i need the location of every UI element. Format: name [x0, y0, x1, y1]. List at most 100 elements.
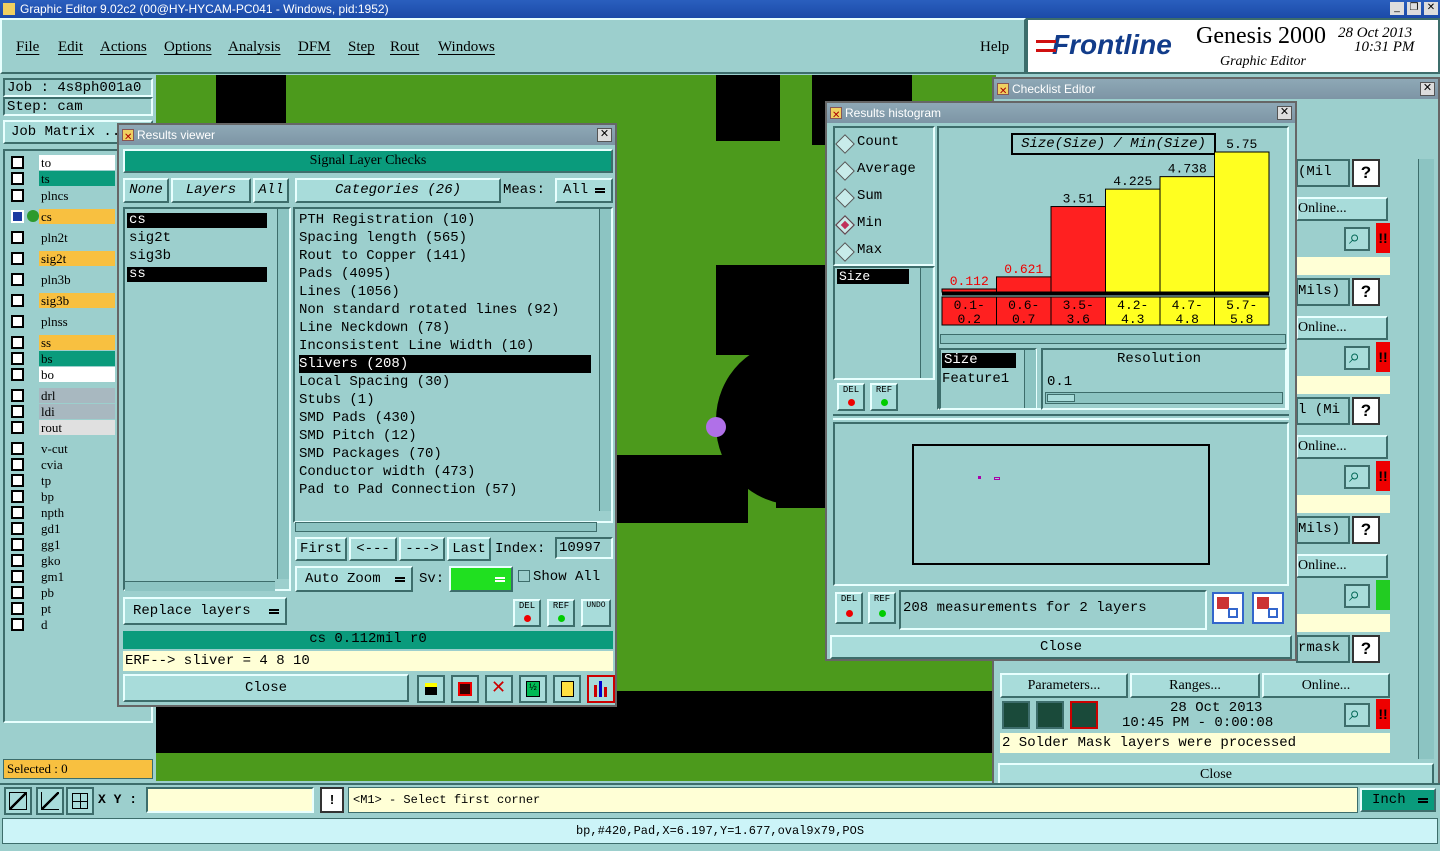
layer-checkbox[interactable]	[11, 336, 24, 349]
layer-checkbox[interactable]	[11, 570, 24, 583]
category-item[interactable]: Spacing length (565)	[299, 229, 591, 247]
first-button[interactable]: First	[295, 537, 347, 561]
attribute-size[interactable]: Size	[942, 353, 1016, 368]
zoom-icon[interactable]	[1344, 703, 1370, 727]
hist-ref-button[interactable]: REF	[870, 383, 898, 411]
layer-list-scrollbar[interactable]	[277, 209, 289, 579]
histogram-bar[interactable]	[1159, 176, 1215, 293]
layer-list-hscroll[interactable]	[125, 581, 275, 591]
layer-results-list[interactable]: cs sig2t sig3b ss	[123, 207, 291, 591]
ranges-button[interactable]: Ranges...	[1130, 673, 1260, 698]
attribute-feature1[interactable]: Feature1	[942, 371, 1009, 387]
histogram-icon[interactable]	[587, 675, 615, 703]
histogram-bar[interactable]	[1214, 151, 1270, 293]
autozoom-select[interactable]: Auto Zoom	[295, 566, 413, 592]
layer-row[interactable]: gg1	[7, 537, 115, 552]
layer-checkbox[interactable]	[11, 252, 24, 265]
undo-button[interactable]: UNDO	[581, 599, 611, 627]
menu-analysis[interactable]: Analysis	[228, 39, 281, 56]
graph-icon[interactable]	[417, 675, 445, 703]
slider-thumb[interactable]	[1047, 394, 1075, 402]
run-icon[interactable]	[1002, 701, 1030, 729]
layer-checkbox[interactable]	[11, 231, 24, 244]
cross-out-icon[interactable]: ✕	[485, 675, 513, 703]
layer-checkbox[interactable]	[11, 352, 24, 365]
menu-dfm[interactable]: DFM	[298, 39, 331, 56]
ref-button[interactable]: REF	[547, 599, 575, 627]
layer-row[interactable]: npth	[7, 505, 115, 520]
layers-button[interactable]: Layers	[171, 178, 251, 203]
layer-checkbox[interactable]	[11, 368, 24, 381]
layer-row[interactable]: v-cut	[7, 441, 115, 456]
category-item[interactable]: Conductor width (473)	[299, 463, 591, 481]
menu-windows[interactable]: Windows	[438, 39, 495, 56]
layer-checkbox[interactable]	[11, 522, 24, 535]
layer-row[interactable]: tp	[7, 473, 115, 488]
category-item[interactable]: Stubs (1)	[299, 391, 591, 409]
chart-hscroll[interactable]	[940, 334, 1286, 344]
layer-checkbox[interactable]	[11, 405, 24, 418]
layer-checkbox[interactable]	[11, 474, 24, 487]
menu-actions[interactable]: Actions	[100, 39, 147, 56]
help-menu[interactable]: Help	[980, 39, 1009, 56]
report-icon[interactable]	[451, 675, 479, 703]
layer-checkbox[interactable]	[11, 538, 24, 551]
close-icon[interactable]: ✕	[1420, 82, 1435, 96]
zoom-fit-icon[interactable]	[4, 787, 32, 815]
category-item[interactable]: Lines (1056)	[299, 283, 591, 301]
help-icon[interactable]: ?	[1352, 397, 1380, 425]
categories-button[interactable]: Categories (26)	[295, 178, 501, 203]
category-item[interactable]: Non standard rotated lines (92)	[299, 301, 591, 319]
parameters-button[interactable]: Parameters...	[1000, 673, 1128, 698]
result-layer-item[interactable]: sig2t	[127, 231, 267, 246]
last-button[interactable]: Last	[447, 537, 491, 561]
menu-step[interactable]: Step	[348, 39, 375, 56]
category-list[interactable]: PTH Registration (10) Spacing length (565…	[293, 207, 613, 523]
help-icon[interactable]: ?	[1352, 159, 1380, 187]
layer-checkbox[interactable]	[11, 490, 24, 503]
category-item[interactable]: Pads (4095)	[299, 265, 591, 283]
layer-row[interactable]: cvia	[7, 457, 115, 472]
menu-rout[interactable]: Rout	[390, 39, 419, 56]
measure-icon[interactable]	[36, 787, 64, 815]
category-item[interactable]: Pad to Pad Connection (57)	[299, 481, 591, 499]
online-button[interactable]: Online...	[1262, 673, 1390, 698]
layer-row[interactable]: gd1	[7, 521, 115, 536]
zoom-icon[interactable]	[1344, 584, 1370, 608]
histogram-close-button[interactable]: Close	[830, 635, 1292, 659]
layer-checkbox[interactable]	[11, 156, 24, 169]
show-all-checkbox[interactable]	[518, 570, 530, 582]
histogram-bar[interactable]	[941, 288, 997, 293]
hist-ref-button-2[interactable]: REF	[868, 592, 896, 624]
help-icon[interactable]: ?	[1352, 278, 1380, 306]
prev-button[interactable]: <---	[349, 537, 397, 561]
layer-row[interactable]: ldi	[7, 404, 115, 419]
grid-icon[interactable]	[66, 787, 94, 815]
menu-edit[interactable]: Edit	[58, 39, 83, 56]
minimize-icon[interactable]: _	[1390, 2, 1404, 15]
layer-row[interactable]: gm1	[7, 569, 115, 584]
result-layer-item[interactable]: cs	[127, 213, 267, 228]
zoom-icon[interactable]	[1344, 465, 1370, 489]
layer-checkbox[interactable]	[11, 189, 24, 202]
attribute-scrollbar[interactable]	[1024, 350, 1036, 408]
layer-row[interactable]: cs	[7, 209, 115, 224]
layer-row[interactable]: pb	[7, 585, 115, 600]
layer-checkbox[interactable]	[11, 458, 24, 471]
histogram-bar[interactable]	[996, 276, 1052, 293]
export-icon[interactable]	[1212, 592, 1244, 624]
help-icon[interactable]: ?	[1352, 516, 1380, 544]
del-button[interactable]: DEL	[513, 599, 541, 627]
layer-row[interactable]: sig2t	[7, 251, 115, 266]
zoom-icon[interactable]	[1344, 346, 1370, 370]
layer-row[interactable]: ss	[7, 335, 115, 350]
layer-row[interactable]: drl	[7, 388, 115, 403]
result-layer-item[interactable]: ss	[127, 267, 267, 282]
layer-checkbox[interactable]	[11, 506, 24, 519]
histogram-list-item[interactable]: Size	[837, 269, 909, 284]
layer-row[interactable]: to	[7, 155, 115, 170]
layer-row[interactable]: plnss	[7, 314, 115, 329]
category-item[interactable]: Inconsistent Line Width (10)	[299, 337, 591, 355]
menu-file[interactable]: File	[16, 39, 39, 56]
zoom-icon[interactable]	[1344, 227, 1370, 251]
